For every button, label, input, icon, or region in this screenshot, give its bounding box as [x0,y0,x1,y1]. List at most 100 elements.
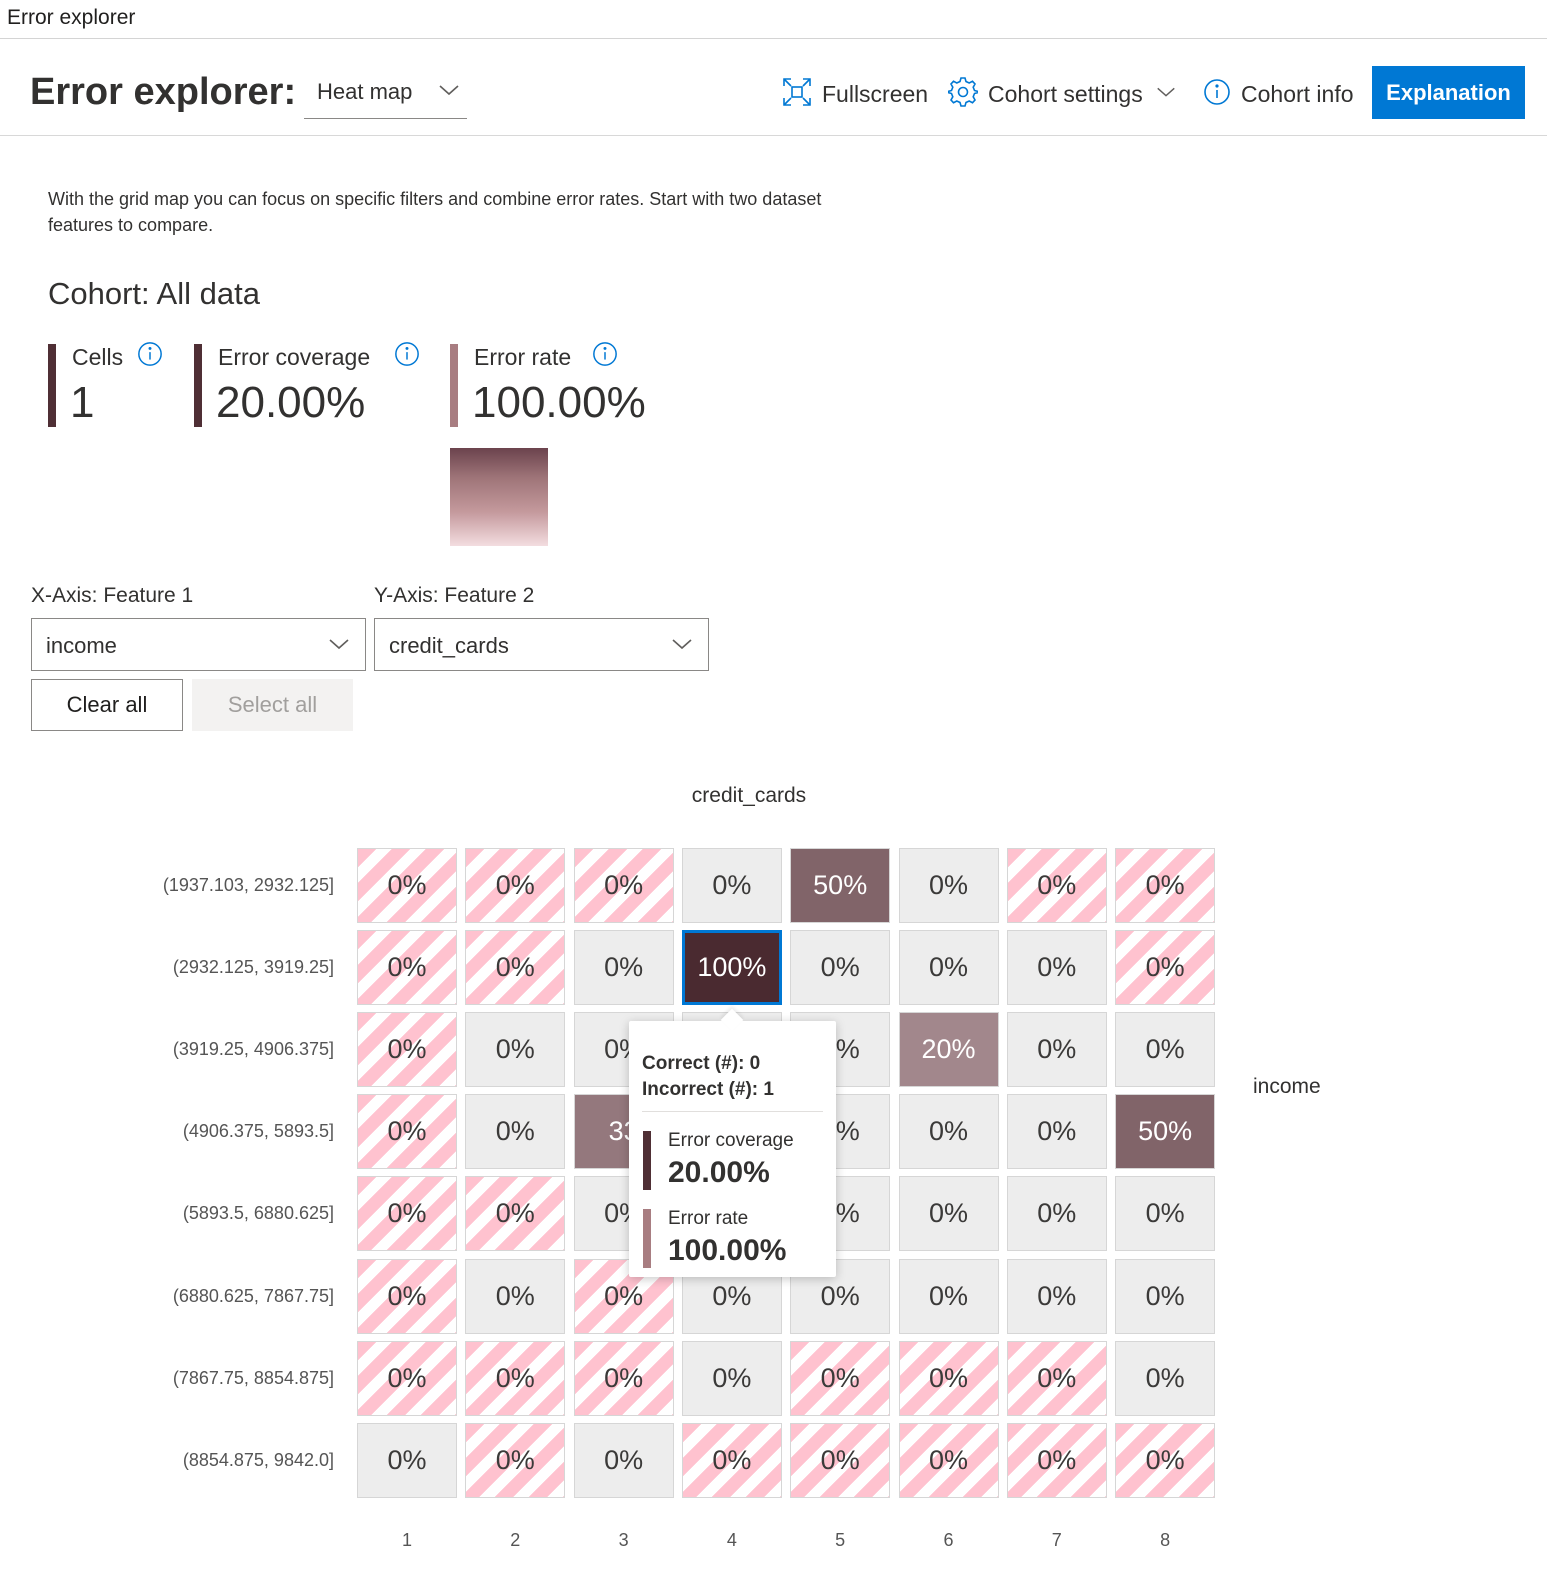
heatmap-cell[interactable]: 0% [1115,1340,1216,1416]
metric-cells-value: 1 [70,378,95,427]
heatmap-cell[interactable]: 0% [898,1340,999,1416]
x-axis-feature-dropdown[interactable]: income [31,618,366,671]
info-icon[interactable] [592,341,618,372]
view-selector-dropdown[interactable]: Heat map [304,76,467,119]
heatmap-cell[interactable]: 0% [357,848,457,923]
info-icon[interactable] [137,341,163,372]
explanation-button[interactable]: Explanation [1372,66,1525,119]
metric-error-rate-bar [450,344,458,427]
cohort-title: Cohort: All data [48,276,260,311]
heatmap-cell[interactable]: 0% [357,1012,457,1088]
heatmap-cell[interactable]: 50% [790,848,891,923]
tooltip-error-coverage-label: Error coverage [668,1130,794,1151]
gear-icon [947,76,979,112]
chevron-down-icon [1155,81,1177,108]
heatmap-row-label: (6880.625, 7867.75] [172,1285,334,1306]
heatmap-cell[interactable]: 0% [1006,1258,1107,1334]
heatmap-cell[interactable]: 0% [357,1258,457,1334]
heatmap-cell[interactable]: 0% [790,1422,891,1498]
chevron-down-icon [437,78,461,107]
heatmap-cell[interactable]: 0% [357,1176,457,1252]
header-bar: Error explorer: Heat map Fullscreen Coho… [0,39,1547,136]
heatmap-cell[interactable]: 0% [1006,1094,1107,1170]
heatmap-cell[interactable]: 100% [681,930,782,1006]
heatmap-cell[interactable]: 0% [465,930,566,1006]
heatmap-cell[interactable]: 0% [1115,1258,1216,1334]
heatmap-cell[interactable]: 0% [465,1340,566,1416]
heatmap-column-label: 5 [835,1530,846,1550]
heatmap-cell[interactable]: 50% [1115,1094,1216,1170]
heatmap-column-label: 6 [943,1530,954,1550]
heatmap-cell[interactable]: 0% [1115,1422,1216,1498]
heatmap-cell[interactable]: 0% [357,1094,457,1170]
fullscreen-label: Fullscreen [822,80,929,107]
heatmap-cell[interactable]: 0% [1115,930,1216,1006]
heatmap-cell[interactable]: 0% [898,1094,999,1170]
heatmap-cell[interactable]: 0% [573,1422,674,1498]
heatmap-cell[interactable]: 0% [898,1258,999,1334]
heatmap-cell[interactable]: 0% [1115,1176,1216,1252]
heatmap-row-label: (3919.25, 4906.375] [172,1039,334,1060]
metric-error-rate-value: 100.00% [472,378,646,427]
tooltip-divider [642,1111,823,1112]
heatmap-row-label: (2932.125, 3919.25] [172,957,334,978]
y-axis-label: Y-Axis: Feature 2 [374,584,535,607]
heatmap-cell[interactable]: 0% [681,848,782,923]
heatmap-cell[interactable]: 0% [790,930,891,1006]
heatmap-cell[interactable]: 20% [898,1012,999,1088]
heatmap-column-label: 4 [726,1530,737,1550]
heatmap-cell[interactable]: 0% [573,1340,674,1416]
heatmap-cell[interactable]: 0% [898,930,999,1006]
heatmap-cell[interactable]: 0% [1006,930,1107,1006]
tooltip-error-rate-value: 100.00% [668,1234,787,1267]
info-icon[interactable] [394,341,420,372]
heatmap-cell[interactable]: 0% [465,1012,566,1088]
heatmap-cell[interactable]: 0% [898,1422,999,1498]
view-selector-value: Heat map [317,79,413,104]
chevron-down-icon [327,632,351,661]
select-all-button[interactable]: Select all [192,679,353,731]
cohort-info-button[interactable]: Cohort info [1203,77,1354,111]
heatmap-cell[interactable]: 0% [681,1340,782,1416]
clear-all-button[interactable]: Clear all [31,679,183,731]
heatmap-cell[interactable]: 0% [465,1258,566,1334]
heatmap-cell[interactable]: 0% [1006,1012,1107,1088]
metric-error-rate-label: Error rate [474,344,572,370]
heatmap-row-label: (5893.5, 6880.625] [182,1203,334,1224]
y-axis-feature-dropdown[interactable]: credit_cards [374,618,709,671]
fullscreen-button[interactable]: Fullscreen [782,77,928,111]
heatmap-cell[interactable]: 0% [681,1422,782,1498]
heatmap-cell[interactable]: 0% [465,1422,566,1498]
heatmap-cell[interactable]: 0% [357,930,457,1006]
heatmap-cell[interactable]: 0% [573,930,674,1006]
heatmap-cell[interactable]: 0% [1006,848,1107,923]
y-axis-feature-value: credit_cards [389,633,509,658]
heatmap-column-label: 7 [1051,1530,1062,1550]
metric-cells-bar [48,344,56,427]
heatmap-column-label: 3 [618,1530,629,1550]
tooltip-error-coverage-value: 20.00% [668,1156,770,1189]
heatmap-cell[interactable]: 0% [465,1176,566,1252]
heatmap-cell[interactable]: 0% [1115,1012,1216,1088]
heatmap-cell[interactable]: 0% [1006,1340,1107,1416]
heatmap-cell[interactable]: 0% [898,848,999,923]
heatmap-cell[interactable]: 0% [357,1340,457,1416]
cell-tooltip: Correct (#): 0 Incorrect (#): 1 Error co… [629,1008,836,1277]
x-axis-feature-value: income [46,633,117,658]
heatmap-cell[interactable]: 0% [1115,848,1216,923]
heatmap-column-label: 8 [1160,1530,1171,1550]
fullscreen-icon [782,77,812,112]
heatmap-cell[interactable]: 0% [1006,1422,1107,1498]
cohort-settings-button[interactable]: Cohort settings [947,76,1177,112]
heatmap-cell[interactable]: 0% [573,848,674,923]
heatmap-cell[interactable]: 0% [898,1176,999,1252]
heatmap-cell[interactable]: 0% [1006,1176,1107,1252]
tooltip-rate-bar [643,1209,651,1268]
page-title: Error explorer: [30,71,297,113]
heatmap-cell[interactable]: 0% [465,848,566,923]
heatmap-column-title: credit_cards [691,784,807,807]
heatmap-cell[interactable]: 0% [465,1094,566,1170]
heatmap-cell[interactable]: 0% [790,1340,891,1416]
window-title: Error explorer [7,6,136,29]
heatmap-cell[interactable]: 0% [357,1422,457,1498]
